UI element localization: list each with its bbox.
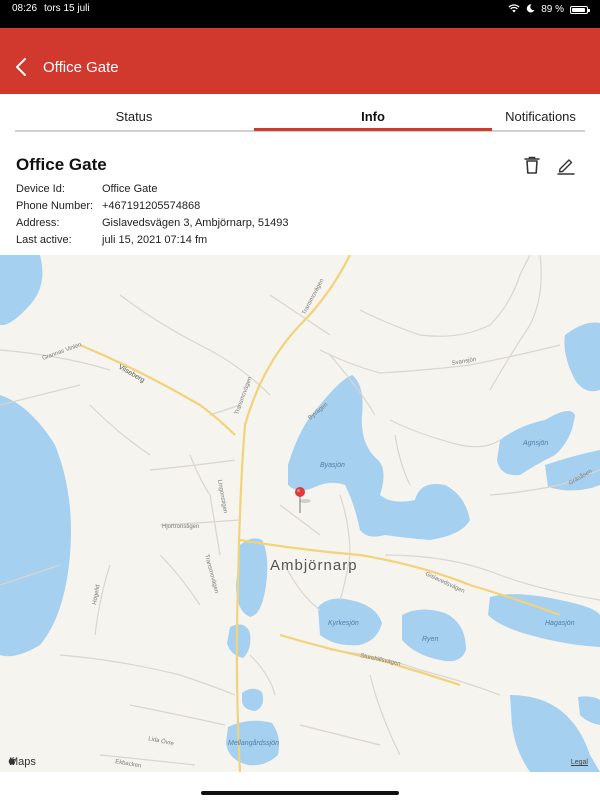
detail-label: Device Id: <box>16 183 65 195</box>
maps-brand: Maps <box>8 756 36 768</box>
map-lake-label: Kyrkesjön <box>328 620 359 627</box>
nav-bar: Office Gate <box>0 28 600 94</box>
detail-row-last-active: Last active: juli 15, 2021 07:14 fm <box>16 234 289 251</box>
map-road-label: Sturehillsvägen <box>360 653 401 667</box>
active-tab-indicator <box>254 128 492 131</box>
status-date: tors 15 juli <box>44 3 90 14</box>
lake-small-a <box>227 624 251 658</box>
status-bar: 08:26 tors 15 juli 89 % <box>0 0 600 28</box>
lake-hagasjon <box>488 594 600 647</box>
status-time: 08:26 <box>12 3 38 14</box>
map-lake-label: Byasjön <box>320 462 345 469</box>
status-right: 89 % <box>508 3 590 16</box>
edit-pencil-icon[interactable] <box>556 155 576 175</box>
wifi-icon <box>508 3 520 16</box>
map-road-label: Hjortronstigen <box>162 524 199 530</box>
app-screen: 08:26 tors 15 juli 89 % Office Gate Stat… <box>0 0 600 800</box>
map-place-label: Ambjörnarp <box>270 557 358 574</box>
map-road-label: Transmovägen <box>203 554 219 594</box>
tab-status[interactable]: Status <box>15 109 253 124</box>
road-vilseberg <box>79 343 236 436</box>
lake-byasjon <box>288 375 470 540</box>
map-road-label: Lida Övre <box>148 735 176 747</box>
detail-label: Last active: <box>16 234 72 246</box>
map-lake-label: Agnsjön <box>522 440 548 447</box>
legal-link[interactable]: Legal <box>571 759 588 766</box>
map-lake-label: Hagasjön <box>545 620 575 627</box>
trash-icon[interactable] <box>522 155 542 175</box>
detail-row-phone: Phone Number: +467191205574868 <box>16 200 289 217</box>
tab-notifications[interactable]: Notifications <box>493 109 588 124</box>
device-details: Device Id: Office Gate Phone Number: +46… <box>16 183 289 251</box>
back-chevron-icon[interactable] <box>14 56 30 78</box>
lake-west-large <box>0 395 71 657</box>
detail-value: +467191205574868 <box>102 200 201 212</box>
moon-icon <box>526 3 535 16</box>
nav-title: Office Gate <box>43 59 119 76</box>
detail-value: juli 15, 2021 07:14 fm <box>102 234 208 246</box>
detail-row-device-id: Device Id: Office Gate <box>16 183 289 200</box>
detail-label: Address: <box>16 217 60 229</box>
device-title: Office Gate <box>16 155 107 174</box>
battery-icon <box>570 5 590 14</box>
map-canvas: Grannas Vinlen Vilseberg Transmovägen Tr… <box>0 255 600 772</box>
lake-small-b <box>242 688 264 711</box>
location-pin-icon[interactable] <box>295 487 311 513</box>
lake-west <box>0 255 43 326</box>
map-lake-label: Ryen <box>422 636 438 643</box>
map-lake-label: Mellangårdssjön <box>228 739 279 747</box>
detail-row-address: Address: Gislavedsvägen 3, Ambjörnarp, 5… <box>16 217 289 234</box>
map-road-label: Ekbacken <box>115 759 142 769</box>
detail-label: Phone Number: <box>16 200 94 212</box>
home-indicator[interactable] <box>201 791 399 795</box>
detail-value: Office Gate <box>102 183 158 195</box>
tab-bar: Status Info Notifications <box>15 94 585 132</box>
map-road-label: Lingonstigen <box>216 479 228 514</box>
lake-mid-west <box>236 538 268 617</box>
lake-east-top <box>564 322 600 392</box>
battery-percent: 89 % <box>541 4 564 15</box>
home-area <box>0 772 600 800</box>
detail-value: Gislavedsvägen 3, Ambjörnarp, 51493 <box>102 217 289 229</box>
tab-info[interactable]: Info <box>254 109 492 124</box>
map-view[interactable]: Grannas Vinlen Vilseberg Transmovägen Tr… <box>0 255 600 772</box>
lake-east-south <box>578 696 600 725</box>
